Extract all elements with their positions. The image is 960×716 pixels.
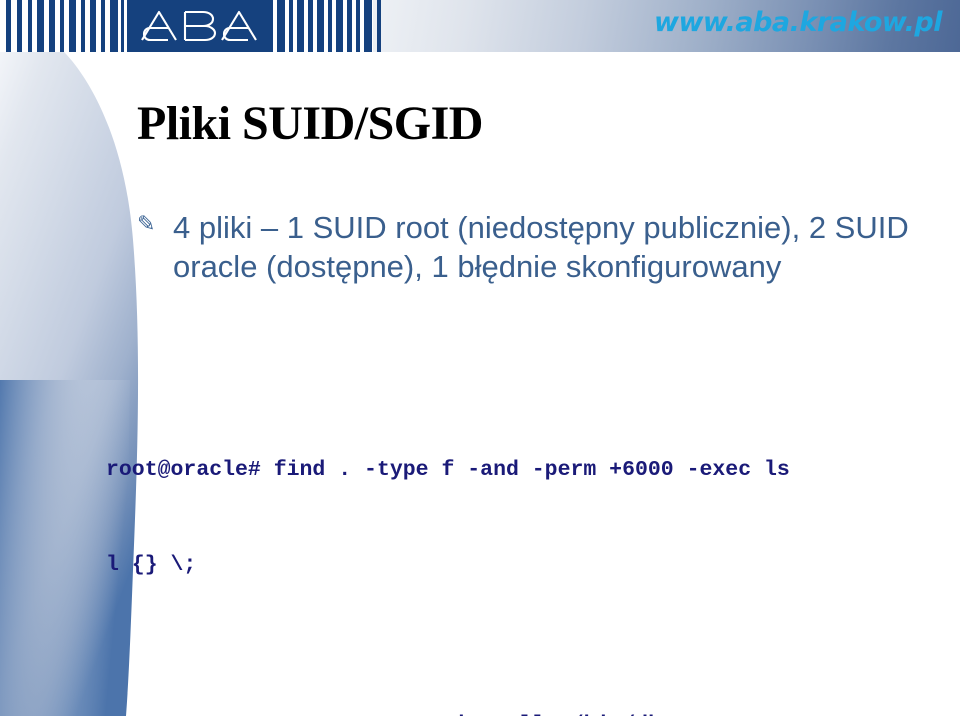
table-row: -rwsr-s--- 1 root oinstall ./bin/dbsnmp [106, 710, 960, 716]
aba-logo-icon [141, 10, 257, 42]
terminal-output: root@oracle# find . -type f -and -perm +… [106, 392, 960, 716]
presentation-slide: www.aba.krakow.pl Pliki SUID/SGID ✎ 4 pl… [0, 0, 960, 716]
page-title: Pliki SUID/SGID [137, 97, 483, 150]
slide-header: www.aba.krakow.pl [0, 0, 960, 52]
website-url[interactable]: www.aba.krakow.pl [654, 7, 942, 38]
terminal-command: root@oracle# find . -type f -and -perm +… [106, 458, 790, 483]
bullet-text: 4 pliki – 1 SUID root (niedostępny publi… [173, 210, 909, 285]
bullet-list-item: ✎ 4 pliki – 1 SUID root (niedostępny pub… [137, 208, 937, 287]
terminal-command-continuation: l {} \; [106, 552, 197, 577]
aba-logo [127, 0, 273, 52]
pen-bullet-icon: ✎ [137, 212, 156, 237]
file-listing: -rwsr-s--- 1 root oinstall ./bin/dbsnmp … [106, 647, 960, 716]
